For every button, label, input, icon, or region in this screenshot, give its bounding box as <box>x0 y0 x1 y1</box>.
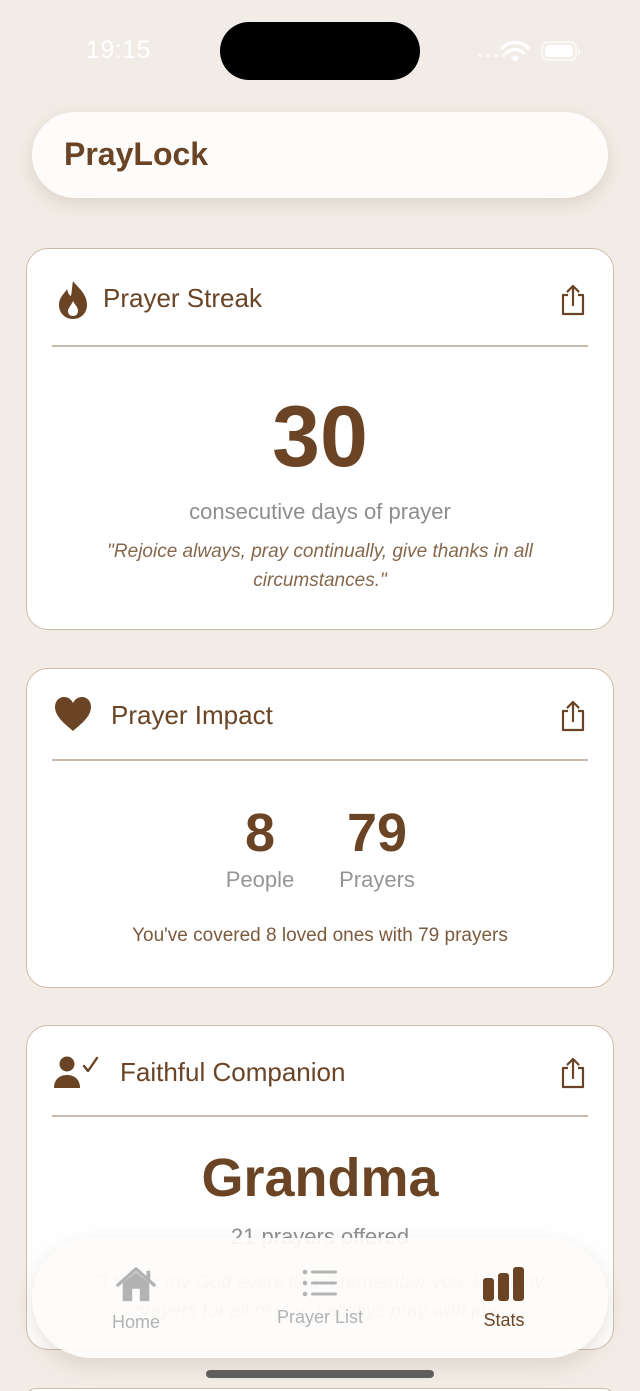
prayers-label: Prayers <box>339 867 415 892</box>
people-label: People <box>225 867 295 892</box>
app-title: PrayLock <box>64 136 209 172</box>
share-icon[interactable] <box>559 283 587 317</box>
companion-name: Grandma <box>201 1148 439 1208</box>
prayers-stat: 79 Prayers <box>327 803 427 893</box>
tab-prayer-list[interactable]: Prayer List <box>245 1238 395 1358</box>
heart-icon <box>55 697 91 731</box>
prayer-impact-card: Prayer Impact 8 People 79 Prayers You've… <box>26 668 614 988</box>
card-header: Prayer Impact <box>27 669 613 767</box>
card-title: Prayer Impact <box>111 700 273 730</box>
share-icon[interactable] <box>559 1056 587 1090</box>
house-icon <box>116 1267 156 1302</box>
share-icon[interactable] <box>559 699 587 733</box>
card-title: Faithful Companion <box>120 1057 346 1087</box>
tab-label: Prayer List <box>276 1307 364 1327</box>
flame-icon <box>59 281 87 319</box>
status-time: 19:15 <box>86 36 152 64</box>
impact-summary: You've covered 8 loved ones with 79 pray… <box>132 925 508 946</box>
dynamic-island <box>220 22 420 80</box>
prayer-streak-card: Prayer Streak 30 consecutive days of pra… <box>26 248 614 630</box>
streak-quote: "Rejoice always, pray continually, give … <box>107 541 533 591</box>
streak-caption: consecutive days of prayer <box>189 499 451 524</box>
streak-count: 30 <box>272 389 368 485</box>
tab-label: Home <box>111 1312 160 1332</box>
tab-home[interactable]: Home <box>61 1238 211 1358</box>
people-stat: 8 People <box>207 803 313 893</box>
wifi-icon <box>500 40 530 62</box>
bar-chart-icon <box>483 1267 524 1301</box>
people-count: 8 <box>244 803 276 863</box>
divider <box>52 759 588 761</box>
battery-icon <box>541 41 580 61</box>
tab-bar: Home Prayer List Stats <box>32 1238 608 1358</box>
tab-label: Stats <box>483 1310 525 1330</box>
home-indicator[interactable] <box>206 1370 434 1378</box>
card-header: Faithful Companion <box>27 1026 613 1124</box>
status-bar: 19:15 <box>0 0 640 100</box>
person-checkmark-icon <box>54 1056 99 1088</box>
card-title: Prayer Streak <box>103 283 262 313</box>
divider <box>52 1115 588 1117</box>
app-header: PrayLock <box>32 112 608 198</box>
list-icon <box>302 1269 337 1297</box>
tab-stats[interactable]: Stats <box>429 1238 579 1358</box>
divider <box>52 345 588 347</box>
prayers-count: 79 <box>346 803 408 863</box>
card-header: Prayer Streak <box>27 249 613 347</box>
